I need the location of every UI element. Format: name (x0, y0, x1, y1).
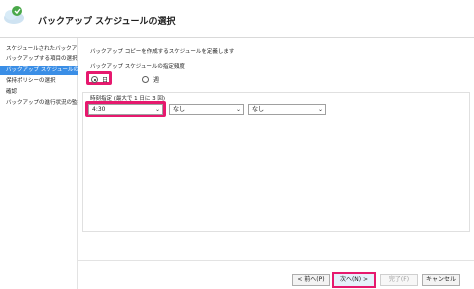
backup-schedule-icon (4, 6, 24, 24)
sidebar-item-monitor-progress[interactable]: バックアップの進行状況の監視 (0, 99, 78, 108)
time3-select[interactable]: なし ⌄ (248, 104, 326, 115)
sidebar-item-select-items[interactable]: バックアップする項目の選択 (0, 55, 78, 64)
radio-day[interactable]: 日 (91, 75, 108, 84)
frequency-label: バックアップ スケジュールの指定頻度 (90, 64, 185, 70)
radio-week[interactable]: 週 (142, 75, 159, 84)
sidebar-item-scheduled-backup[interactable]: スケジュールされたバックアップ... (0, 45, 78, 54)
footer-divider (78, 260, 474, 261)
radio-day-label: 日 (102, 77, 109, 84)
sidebar-item-confirm[interactable]: 確認 (0, 88, 78, 97)
next-button[interactable]: 次へ(N) > (332, 272, 376, 288)
time2-value: なし (173, 106, 186, 113)
schedule-description: バックアップ コピーを作成するスケジュールを定義します (90, 49, 235, 55)
back-button[interactable]: < 前へ(P) (292, 274, 330, 286)
wizard-header: バックアップ スケジュールの選択 (0, 0, 474, 38)
wizard-steps-sidebar: スケジュールされたバックアップ... バックアップする項目の選択 バックアップ … (0, 38, 78, 289)
time3-value: なし (252, 106, 265, 113)
sidebar-item-select-schedule[interactable]: バックアップ スケジュールの選択 (0, 66, 78, 75)
radio-week-label: 週 (153, 77, 160, 84)
chevron-down-icon: ⌄ (154, 106, 160, 113)
sidebar-item-retention-policy[interactable]: 保持ポリシーの選択 (0, 77, 78, 86)
chevron-down-icon: ⌄ (317, 106, 323, 113)
radio-day-indicator[interactable] (91, 76, 98, 83)
chevron-down-icon: ⌄ (235, 106, 241, 113)
time2-select[interactable]: なし ⌄ (169, 104, 244, 115)
time1-select[interactable]: 4:30 ⌄ (88, 104, 163, 115)
cancel-button[interactable]: キャンセル (422, 274, 460, 286)
finish-button[interactable]: 完了(F) (380, 274, 418, 286)
page-title: バックアップ スケジュールの選択 (38, 17, 176, 27)
radio-week-indicator[interactable] (142, 76, 149, 83)
main-content: バックアップ コピーを作成するスケジュールを定義します バックアップ スケジュー… (78, 38, 474, 289)
time1-value: 4:30 (92, 106, 106, 113)
